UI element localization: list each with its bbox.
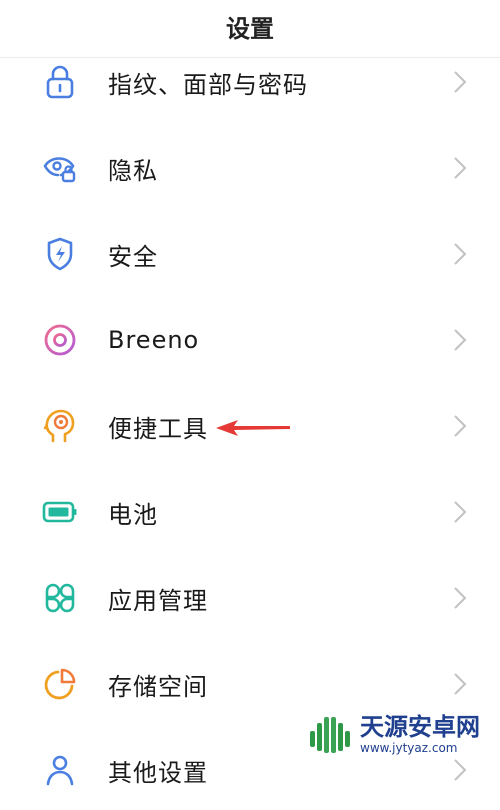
settings-item-label: 指纹、面部与密码 — [108, 70, 308, 99]
breeno-ring-icon — [40, 320, 80, 360]
watermark: 天源安卓网 www.jytyaz.com — [306, 710, 496, 760]
settings-list: 指纹、面部与密码 隐私 安全 Breeno 便捷工具 电池 应用管理 存储空间 … — [0, 0, 500, 787]
chevron-right-icon — [448, 664, 472, 704]
chevron-right-icon — [448, 492, 472, 532]
settings-item-app-management[interactable]: 应用管理 — [0, 558, 500, 638]
lock-icon — [40, 62, 80, 102]
pie-storage-icon — [40, 664, 80, 704]
settings-item-battery[interactable]: 电池 — [0, 472, 500, 552]
settings-item-label: 应用管理 — [108, 586, 208, 615]
settings-item-label: 存储空间 — [108, 672, 208, 701]
settings-item-label: 其他设置 — [108, 758, 208, 787]
settings-item-label: 电池 — [108, 500, 158, 529]
settings-item-fingerprint-face-password[interactable]: 指纹、面部与密码 — [0, 42, 500, 122]
settings-item-label: 便捷工具 — [108, 414, 208, 443]
watermark-title: 天源安卓网 — [360, 713, 480, 741]
settings-item-label: Breeno — [108, 326, 200, 354]
settings-item-label: 隐私 — [108, 156, 158, 185]
shield-bolt-icon — [40, 234, 80, 274]
watermark-url: www.jytyaz.com — [360, 741, 458, 755]
chevron-right-icon — [448, 62, 472, 102]
head-target-icon — [40, 406, 80, 446]
chevron-right-icon — [448, 320, 472, 360]
app-grid-icon — [40, 578, 80, 618]
chevron-right-icon — [448, 578, 472, 618]
person-settings-icon — [40, 750, 80, 790]
privacy-eye-lock-icon — [40, 148, 80, 188]
watermark-logo-icon — [310, 717, 350, 753]
battery-icon — [40, 492, 80, 532]
settings-item-privacy[interactable]: 隐私 — [0, 128, 500, 208]
settings-item-label: 安全 — [108, 242, 158, 271]
chevron-right-icon — [448, 406, 472, 446]
annotation-arrow — [216, 420, 290, 436]
chevron-right-icon — [448, 234, 472, 274]
settings-item-security[interactable]: 安全 — [0, 214, 500, 294]
settings-item-breeno[interactable]: Breeno — [0, 300, 500, 380]
chevron-right-icon — [448, 148, 472, 188]
